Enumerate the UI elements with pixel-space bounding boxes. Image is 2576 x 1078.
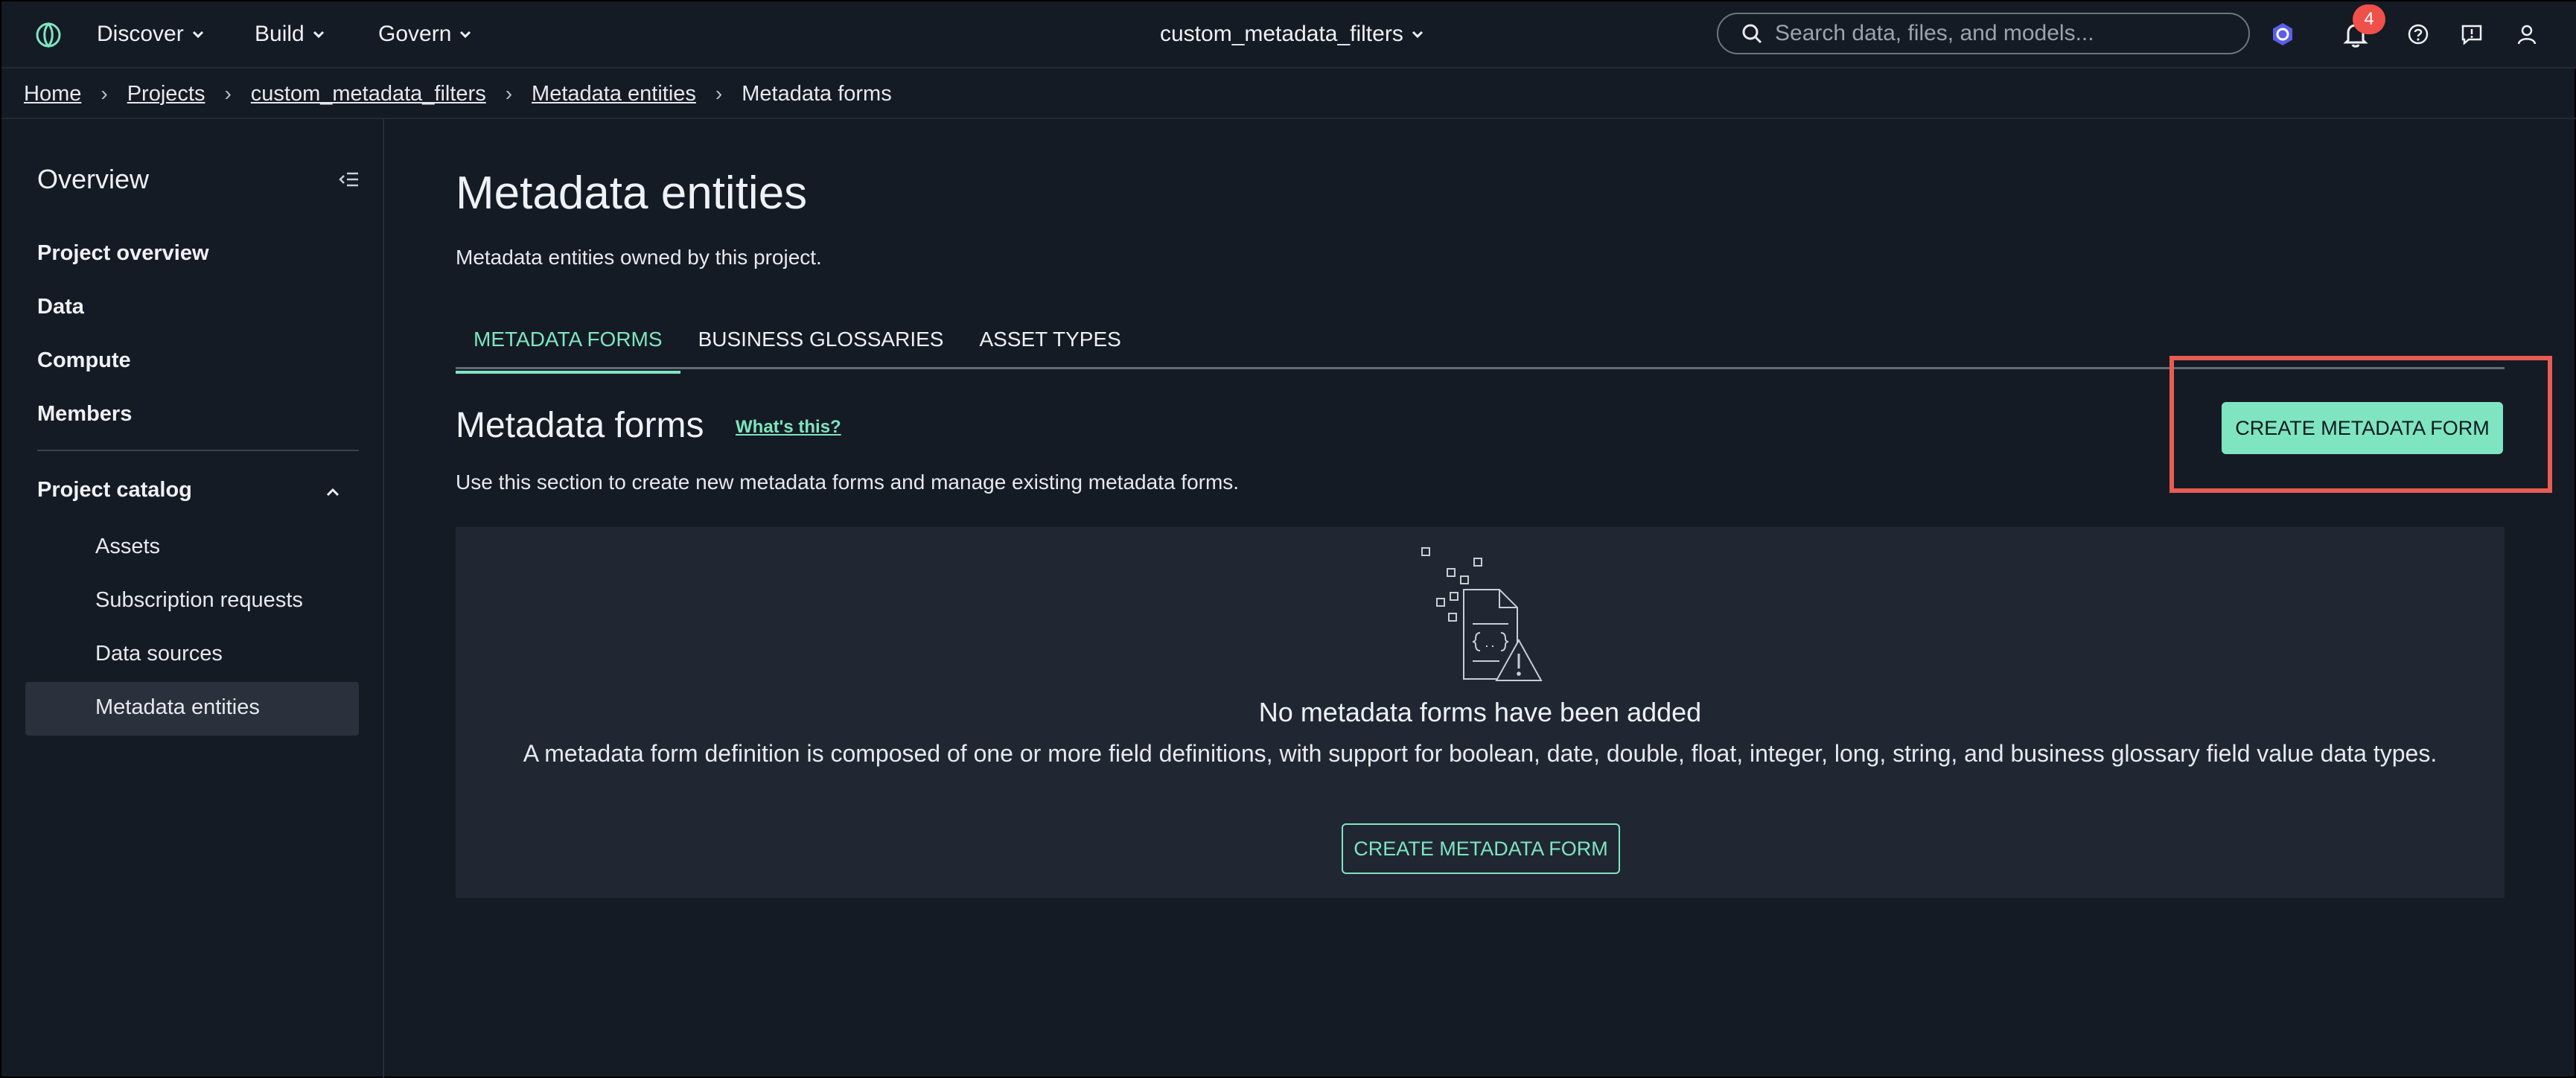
assistant-icon[interactable] <box>2266 18 2299 51</box>
notification-count-badge: 4 <box>2353 4 2385 34</box>
breadcrumb-project-link[interactable]: custom_metadata_filters <box>251 82 486 106</box>
create-metadata-form-button[interactable]: CREATE METADATA FORM <box>2222 402 2503 454</box>
breadcrumb-projects-link[interactable]: Projects <box>127 82 205 106</box>
sidebar-title: Overview <box>37 164 150 194</box>
tab-metadata-forms[interactable]: METADATA FORMS <box>456 314 680 374</box>
sidebar-item-project-catalog[interactable]: Project catalog <box>37 478 192 503</box>
chevron-right-icon: › <box>224 82 232 105</box>
build-menu-label: Build <box>255 22 305 46</box>
discover-menu-label: Discover <box>97 22 184 46</box>
empty-state-panel: No metadata forms have been added A meta… <box>456 527 2505 898</box>
sidebar-item-metadata-entities[interactable]: Metadata entities <box>95 695 260 720</box>
empty-document-warning-icon <box>1421 538 1555 686</box>
chevron-down-icon <box>1412 31 1423 39</box>
discover-menu[interactable]: Discover <box>97 1 206 67</box>
chevron-down-icon <box>192 31 203 39</box>
top-navigation-bar: Discover Build Govern custom_metadata_fi… <box>1 1 2576 68</box>
sidebar-divider <box>37 450 359 451</box>
feedback-icon[interactable] <box>2455 18 2488 51</box>
search-input[interactable] <box>1775 21 2222 46</box>
section-description: Use this section to create new metadata … <box>456 471 1240 494</box>
sidebar-item-data[interactable]: Data <box>37 295 84 319</box>
sidebar-item-assets[interactable]: Assets <box>95 535 160 559</box>
breadcrumb-metadata-entities-link[interactable]: Metadata entities <box>532 82 696 106</box>
app-logo-icon[interactable] <box>31 18 66 52</box>
whats-this-link[interactable]: What's this? <box>736 417 841 438</box>
chevron-down-icon <box>460 31 471 39</box>
project-name: custom_metadata_filters <box>1160 22 1403 46</box>
empty-state-description: A metadata form definition is composed o… <box>523 740 2438 767</box>
sidebar: Overview Project overview Data Compute M… <box>1 119 384 1078</box>
govern-menu-label: Govern <box>378 22 452 46</box>
build-menu[interactable]: Build <box>255 1 327 67</box>
sidebar-item-members[interactable]: Members <box>37 402 132 427</box>
tab-business-glossaries[interactable]: BUSINESS GLOSSARIES <box>680 314 962 374</box>
page-subtitle: Metadata entities owned by this project. <box>456 246 822 269</box>
chevron-down-icon <box>313 31 324 39</box>
sidebar-item-subscription-requests[interactable]: Subscription requests <box>95 588 303 613</box>
chevron-right-icon: › <box>101 82 108 105</box>
breadcrumb-current: Metadata forms <box>742 81 892 106</box>
chevron-up-icon[interactable] <box>322 481 344 503</box>
project-switcher[interactable]: custom_metadata_filters <box>1160 1 1426 67</box>
sidebar-item-project-overview[interactable]: Project overview <box>37 241 209 266</box>
tab-asset-types[interactable]: ASSET TYPES <box>961 314 1138 374</box>
sidebar-item-compute[interactable]: Compute <box>37 348 131 373</box>
user-profile-icon[interactable] <box>2510 18 2543 51</box>
govern-menu[interactable]: Govern <box>378 1 474 67</box>
chevron-right-icon: › <box>715 82 723 105</box>
chevron-right-icon: › <box>505 82 513 105</box>
collapse-sidebar-icon[interactable] <box>338 168 360 191</box>
help-icon[interactable] <box>2402 18 2435 51</box>
empty-state-title: No metadata forms have been added <box>1258 697 1702 727</box>
breadcrumb: Home › Projects › custom_metadata_filter… <box>24 73 892 115</box>
sidebar-item-data-sources[interactable]: Data sources <box>95 642 223 666</box>
global-search[interactable] <box>1717 13 2250 54</box>
search-icon <box>1742 24 1762 44</box>
section-title: Metadata forms <box>456 406 704 445</box>
breadcrumb-divider <box>1 118 2576 119</box>
page-title: Metadata entities <box>456 168 808 219</box>
empty-create-metadata-form-button[interactable]: CREATE METADATA FORM <box>1342 823 1620 874</box>
tabs: METADATA FORMS BUSINESS GLOSSARIES ASSET… <box>456 314 1139 374</box>
breadcrumb-home-link[interactable]: Home <box>24 82 81 106</box>
